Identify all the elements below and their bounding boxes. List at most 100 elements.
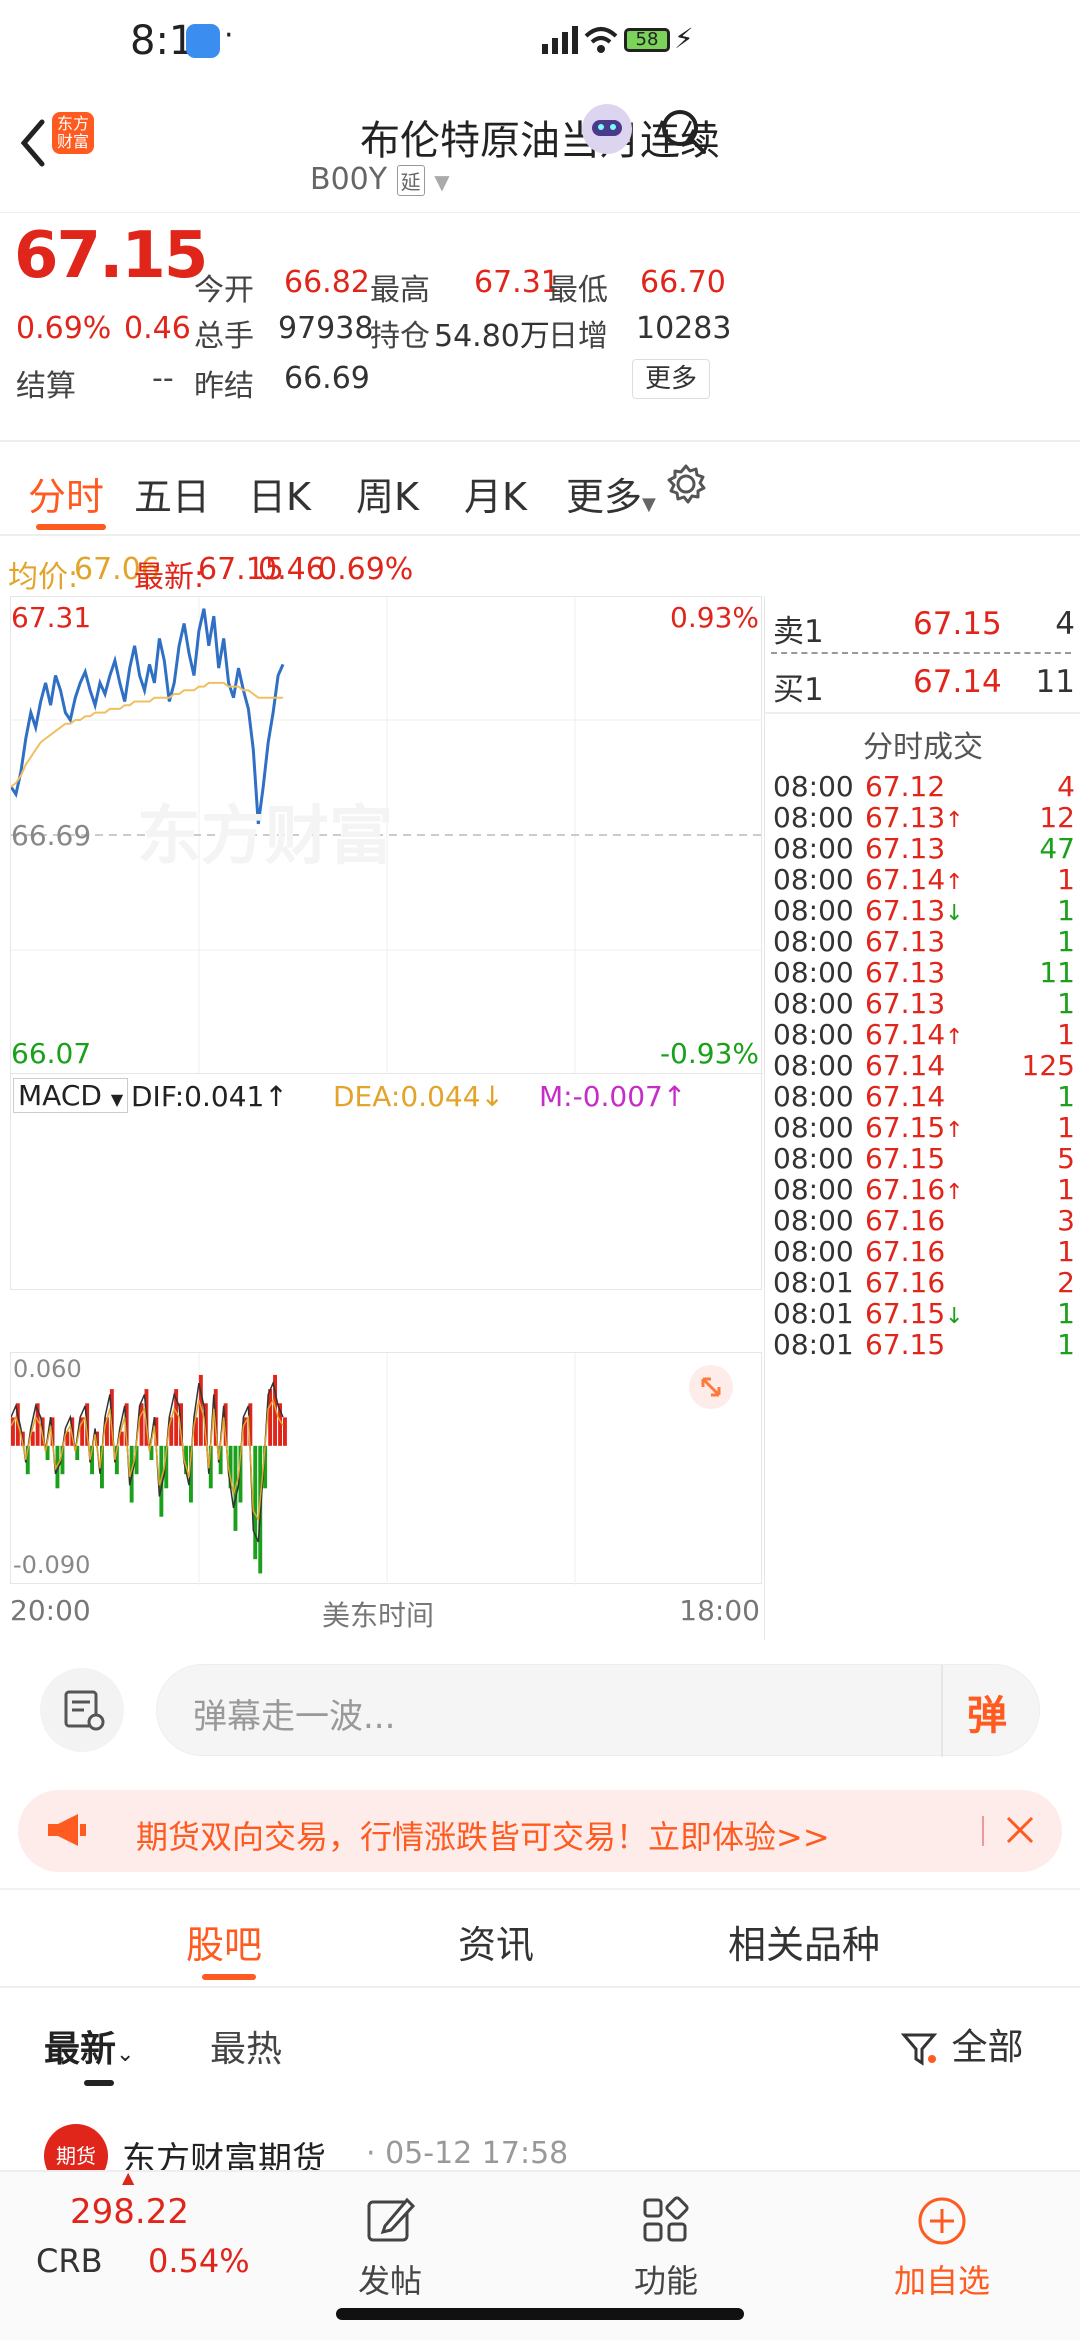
trade-volume: 5	[1057, 1142, 1075, 1175]
tab-monthly-k[interactable]: 月K	[464, 466, 527, 521]
trade-time: 08:00	[773, 801, 854, 834]
quote-panel: 67.15 0.69% 0.46 结算 -- 今开 66.82 最高 67.31…	[0, 212, 1080, 442]
index-pct: 0.54%	[148, 2242, 250, 2280]
danmu-input[interactable]: 弹幕走一波... 弹	[156, 1664, 1040, 1757]
change-percent: 0.69%	[16, 311, 112, 346]
dot-icon: ·	[224, 18, 234, 53]
trade-time: 08:00	[773, 1142, 854, 1175]
field-label: 最高	[370, 273, 430, 308]
field-label: 总手	[194, 319, 254, 354]
trade-time: 08:00	[773, 987, 854, 1020]
trade-volume: 1	[1057, 894, 1075, 927]
header: 东方 财富 布伦特原油当月连续 B00Y 延 ▼	[0, 100, 1080, 212]
trade-price: 67.14↑	[865, 1018, 964, 1051]
wifi-icon	[584, 27, 618, 53]
x-mid-label: 美东时间	[322, 1599, 435, 1632]
tab-five-day[interactable]: 五日	[134, 466, 210, 521]
macd-bottom-label: -0.090	[13, 1551, 91, 1579]
trade-row: 08:01 67.15↓ 1	[765, 1297, 1080, 1330]
gear-icon[interactable]	[666, 464, 706, 504]
macd-chart[interactable]: 0.060 -0.090	[10, 1352, 762, 1585]
trade-time: 08:00	[773, 1204, 854, 1237]
trade-row: 08:00 67.16 3	[765, 1204, 1080, 1237]
divider	[941, 1665, 943, 1757]
tab-daily-k[interactable]: 日K	[248, 466, 311, 521]
field-value: 97938	[278, 311, 374, 346]
sort-latest[interactable]: 最新⌄	[44, 2020, 134, 2072]
arrow-up-icon: ↑	[945, 808, 964, 833]
trade-time: 08:00	[773, 1173, 854, 1206]
trades-list[interactable]: 08:00 67.12 4 08:00 67.13↑ 12 08:00 67.13 47 08:0…	[765, 770, 1080, 1361]
macd-chart-svg	[11, 1353, 576, 1585]
trade-price: 67.16↑	[865, 1173, 964, 1206]
tab-guba[interactable]: 股吧	[186, 1914, 262, 1969]
promo-banner[interactable]: 期货双向交易，行情涨跌皆可交易！立即体验>>	[18, 1790, 1062, 1872]
close-icon[interactable]	[1002, 1812, 1038, 1848]
nav-features[interactable]: 功能	[566, 2194, 766, 2302]
index-ticker[interactable]: ▲ 298.22 CRB 0.54%	[0, 2168, 330, 2340]
battery-icon: 58	[624, 28, 670, 52]
danmu-send-button[interactable]: 弹	[967, 1683, 1007, 1741]
trade-row: 08:00 67.14 125	[765, 1049, 1080, 1082]
field-value: 54.80万	[434, 319, 550, 354]
trade-price: 67.13↑	[865, 801, 964, 834]
macd-m-text: M:-0.007	[539, 1080, 663, 1113]
danmu-settings-icon[interactable]	[40, 1668, 124, 1752]
trade-row: 08:00 67.13↑ 12	[765, 801, 1080, 834]
search-icon[interactable]	[660, 108, 708, 156]
nav-add-watchlist[interactable]: 加自选	[842, 2194, 1042, 2302]
tab-indicator	[36, 524, 106, 530]
field-label: 今开	[194, 273, 254, 308]
trade-row: 08:00 67.14↑ 1	[765, 1018, 1080, 1051]
sort-hot[interactable]: 最热	[210, 2020, 282, 2072]
tab-weekly-k[interactable]: 周K	[356, 466, 419, 521]
symbol-code[interactable]: B00Y 延 ▼	[310, 162, 450, 197]
up-caret-icon: ▲	[122, 2168, 135, 2187]
macd-m: M:-0.007↑	[539, 1080, 687, 1113]
app-logo[interactable]: 东方 财富	[52, 112, 94, 154]
tab-intraday[interactable]: 分时	[28, 466, 104, 521]
tab-more-label: 更多	[566, 475, 643, 519]
post-item[interactable]: 期货 东方财富期货 · 05-12 17:58	[0, 2110, 1080, 2188]
caret-down-icon: ▼	[110, 1090, 124, 1109]
ask-volume: 4	[1055, 606, 1075, 642]
intraday-chart[interactable]: 东方财富 67.31 0.93% 66.69 66.07 -0.93% MACD…	[10, 596, 763, 1290]
last-price: 67.15	[14, 219, 208, 293]
trade-volume: 1	[1057, 925, 1075, 958]
more-button[interactable]: 更多	[632, 359, 710, 399]
back-icon[interactable]	[18, 118, 48, 168]
macd-dif: DIF:0.041↑	[131, 1080, 288, 1113]
trade-volume: 12	[1039, 801, 1075, 834]
x-axis: 20:00 美东时间 18:00	[10, 1592, 762, 1632]
trade-volume: 1	[1057, 1235, 1075, 1268]
field-value: 67.31	[474, 265, 560, 300]
trade-volume: 1	[1057, 1328, 1075, 1361]
y-max-pct-label: 0.93%	[670, 601, 759, 634]
trade-price: 67.13	[865, 832, 946, 865]
arrow-up-icon: ↑	[945, 1118, 964, 1143]
arrow-up-icon: ↑	[945, 870, 964, 895]
trade-time: 08:01	[773, 1297, 854, 1330]
nav-post[interactable]: 发帖	[290, 2194, 490, 2302]
trade-time: 08:00	[773, 1049, 854, 1082]
trade-volume: 1	[1057, 1173, 1075, 1206]
filter-all-label: 全部	[951, 2027, 1024, 2068]
trade-row: 08:00 67.13 11	[765, 956, 1080, 989]
danmu-placeholder: 弹幕走一波...	[193, 1697, 396, 1737]
tab-more[interactable]: 更多▼	[566, 466, 656, 521]
filter-all[interactable]: 全部	[900, 2018, 1023, 2070]
chevron-down-icon: ⌄	[116, 2042, 135, 2067]
macd-selector[interactable]: MACD ▼	[13, 1078, 129, 1113]
arrow-up-icon: ↑	[945, 1180, 964, 1205]
trade-price: 67.12	[865, 770, 946, 803]
tab-news[interactable]: 资讯	[458, 1914, 534, 1969]
expand-icon[interactable]	[689, 1365, 733, 1409]
macd-label: MACD	[18, 1079, 102, 1112]
avg-price-label: 均价:	[8, 560, 79, 595]
ask-label: 卖1	[773, 614, 824, 650]
robot-assistant-icon[interactable]	[582, 104, 632, 154]
divider	[982, 1816, 984, 1846]
trade-row: 08:00 67.13 1	[765, 987, 1080, 1020]
tab-related[interactable]: 相关品种	[728, 1914, 880, 1969]
field-label: 持仓	[370, 319, 430, 354]
